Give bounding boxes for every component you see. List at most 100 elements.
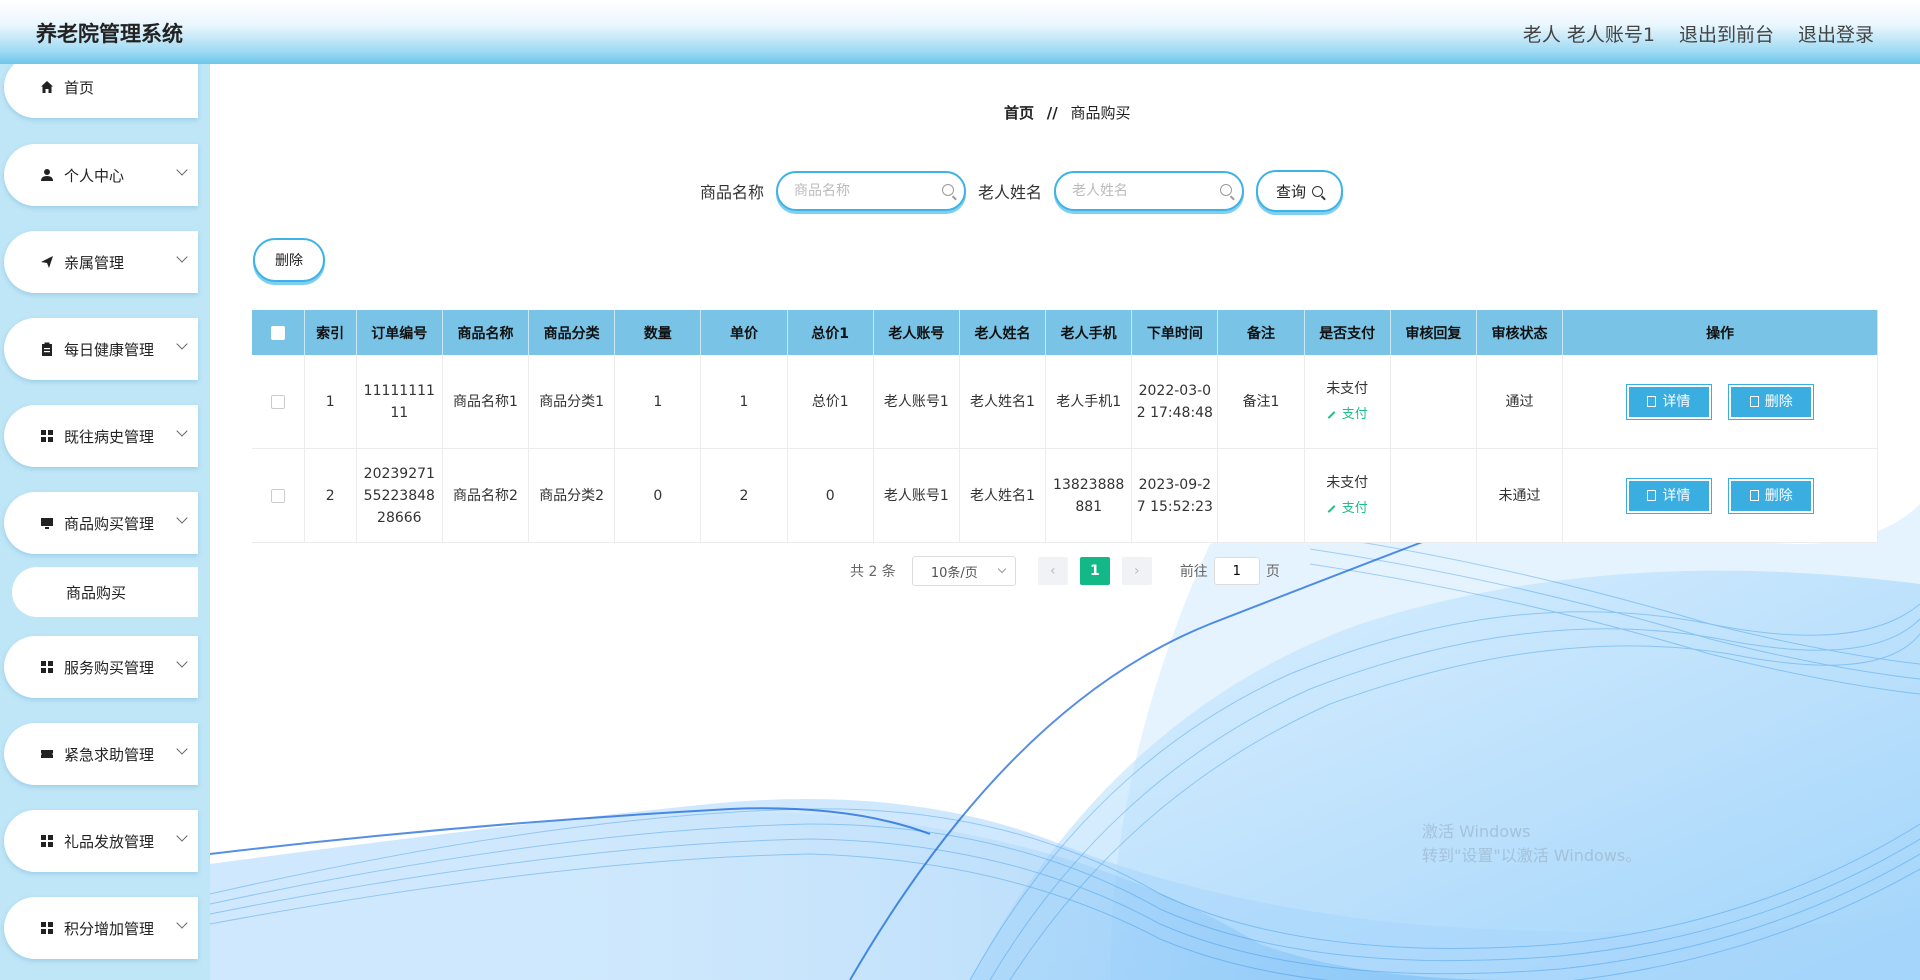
column-header: 单价 — [700, 310, 788, 355]
sidebar: 首页 个人中心 亲属管理 每日健康管理 既往病史管理 商品购买管理 商品购买 服… — [0, 64, 210, 980]
sidebar-item-label: 积分增加管理 — [64, 919, 155, 938]
breadcrumb-home[interactable]: 首页 — [1004, 104, 1034, 122]
column-header: 老人姓名 — [959, 310, 1047, 355]
trash-icon — [1749, 396, 1759, 407]
row-checkbox[interactable] — [270, 394, 285, 409]
row-checkbox[interactable] — [270, 488, 285, 503]
goods-name-label: 商品名称 — [700, 183, 765, 202]
delete-button[interactable]: 删除 — [1728, 383, 1815, 420]
column-header: 下单时间 — [1131, 310, 1219, 355]
column-header: 老人手机 — [1045, 310, 1133, 355]
sidebar-item-gift-distribution[interactable]: 礼品发放管理 — [4, 810, 198, 872]
chevron-down-icon — [176, 656, 188, 668]
delete-button[interactable]: 删除 — [1728, 477, 1815, 514]
sidebar-item-relatives[interactable]: 亲属管理 — [4, 231, 198, 293]
user-icon — [34, 168, 60, 182]
watermark-line-1: 激活 Windows — [1422, 822, 1531, 841]
main-content: 首页 // 商品购买 商品名称 老人姓名 查询 删除 索引 — [210, 64, 1920, 980]
current-user: 老人 老人账号1 — [1522, 24, 1655, 46]
column-header: 商品分类 — [528, 310, 616, 355]
cell-order-no: 1111111111 — [356, 355, 443, 449]
sidebar-item-label: 首页 — [64, 78, 95, 97]
cell-remark — [1217, 448, 1305, 543]
page-unit-label: 页 — [1265, 564, 1280, 580]
sidebar-item-service-purchase[interactable]: 服务购买管理 — [4, 636, 198, 698]
sidebar-subitem-goods-purchase[interactable]: 商品购买 — [12, 567, 198, 617]
goto-page-input[interactable] — [1213, 557, 1260, 585]
exit-to-front-link[interactable]: 退出到前台 — [1679, 20, 1774, 47]
row-select-cell — [252, 448, 305, 543]
prev-page-button[interactable]: ‹ — [1037, 557, 1068, 585]
column-header: 数量 — [614, 310, 702, 355]
pay-link[interactable]: 支付 — [1327, 404, 1368, 426]
chevron-down-icon — [176, 251, 188, 263]
detail-button-label: 详情 — [1662, 393, 1691, 410]
pay-link[interactable]: 支付 — [1327, 498, 1368, 520]
column-header: 备注 — [1217, 310, 1305, 355]
breadcrumb: 首页 // 商品购买 — [1004, 102, 1131, 123]
cell-goods-name: 商品名称2 — [442, 448, 530, 543]
cell-price: 1 — [700, 355, 788, 449]
select-all-checkbox[interactable] — [270, 325, 285, 340]
sidebar-item-personal-center[interactable]: 个人中心 — [4, 144, 198, 206]
column-header: 审核回复 — [1390, 310, 1477, 355]
top-header: 养老院管理系统 老人 老人账号1 退出到前台 退出登录 — [0, 0, 1920, 64]
logout-link[interactable]: 退出登录 — [1798, 20, 1874, 47]
chevron-down-icon — [176, 743, 188, 755]
sidebar-item-goods-purchase-mgmt[interactable]: 商品购买管理 — [4, 492, 198, 554]
sidebar-item-daily-health[interactable]: 每日健康管理 — [4, 318, 198, 380]
grid-icon — [34, 429, 60, 443]
detail-button[interactable]: 详情 — [1625, 477, 1712, 514]
windows-activation-watermark: 激活 Windows 转到"设置"以激活 Windows。 — [1422, 820, 1641, 868]
goods-name-input[interactable] — [792, 182, 947, 200]
paid-status: 未支付 — [1326, 380, 1369, 397]
column-header: 商品名称 — [442, 310, 530, 355]
column-header: 审核状态 — [1476, 310, 1564, 355]
elder-name-field — [1054, 171, 1245, 211]
sidebar-item-medical-history[interactable]: 既往病史管理 — [4, 405, 198, 467]
page-number-current[interactable]: 1 — [1079, 557, 1110, 585]
delete-button-label: 删除 — [1764, 487, 1793, 504]
goto-label: 前往 — [1179, 564, 1208, 580]
orders-table: 索引 订单编号 商品名称 商品分类 数量 单价 总价1 老人账号 老人姓名 老人… — [252, 310, 1878, 543]
table-header-row: 索引 订单编号 商品名称 商品分类 数量 单价 总价1 老人账号 老人姓名 老人… — [252, 310, 1878, 355]
breadcrumb-current: 商品购买 — [1070, 104, 1131, 122]
cell-paid: 未支付 支付 — [1304, 355, 1391, 449]
cell-remark: 备注1 — [1217, 355, 1305, 449]
elder-name-label: 老人姓名 — [978, 183, 1043, 202]
grid-icon — [34, 921, 60, 935]
cell-order-time: 2022-03-02 17:48:48 — [1131, 355, 1219, 449]
cell-review-reply — [1390, 448, 1477, 543]
search-icon — [942, 184, 955, 196]
sidebar-item-home[interactable]: 首页 — [4, 64, 198, 118]
edit-icon — [1327, 410, 1336, 419]
cell-operations: 详情 删除 — [1562, 355, 1878, 449]
query-button[interactable]: 查询 — [1256, 170, 1344, 212]
batch-delete-button[interactable]: 删除 — [253, 238, 325, 282]
elder-name-input[interactable] — [1070, 182, 1225, 200]
app-title: 养老院管理系统 — [36, 22, 183, 46]
cell-quantity: 0 — [614, 448, 702, 543]
chevron-down-icon — [176, 512, 188, 524]
next-page-button[interactable]: › — [1121, 557, 1152, 585]
cell-operations: 详情 删除 — [1562, 448, 1878, 543]
sidebar-item-emergency-help[interactable]: 紧急求助管理 — [4, 723, 198, 785]
cell-phone: 13823888881 — [1045, 448, 1133, 543]
detail-button[interactable]: 详情 — [1625, 383, 1712, 420]
cell-review-reply — [1390, 355, 1477, 449]
sidebar-item-label: 服务购买管理 — [64, 658, 155, 677]
query-button-label: 查询 — [1276, 182, 1307, 201]
search-icon — [1312, 185, 1324, 197]
edit-icon — [1327, 504, 1336, 513]
sidebar-item-points-increase[interactable]: 积分增加管理 — [4, 897, 198, 959]
sidebar-item-label: 商品购买管理 — [64, 514, 155, 533]
monitor-icon — [34, 516, 60, 530]
cell-review-status: 未通过 — [1476, 448, 1564, 543]
cell-order-no: 202392715522384828666 — [356, 448, 443, 543]
send-icon — [34, 255, 60, 269]
cell-order-time: 2023-09-27 15:52:23 — [1131, 448, 1219, 543]
column-header: 是否支付 — [1304, 310, 1391, 355]
row-select-cell — [252, 355, 305, 449]
page-size-select[interactable]: 10条/页 — [911, 556, 1016, 586]
document-icon — [1647, 396, 1657, 407]
